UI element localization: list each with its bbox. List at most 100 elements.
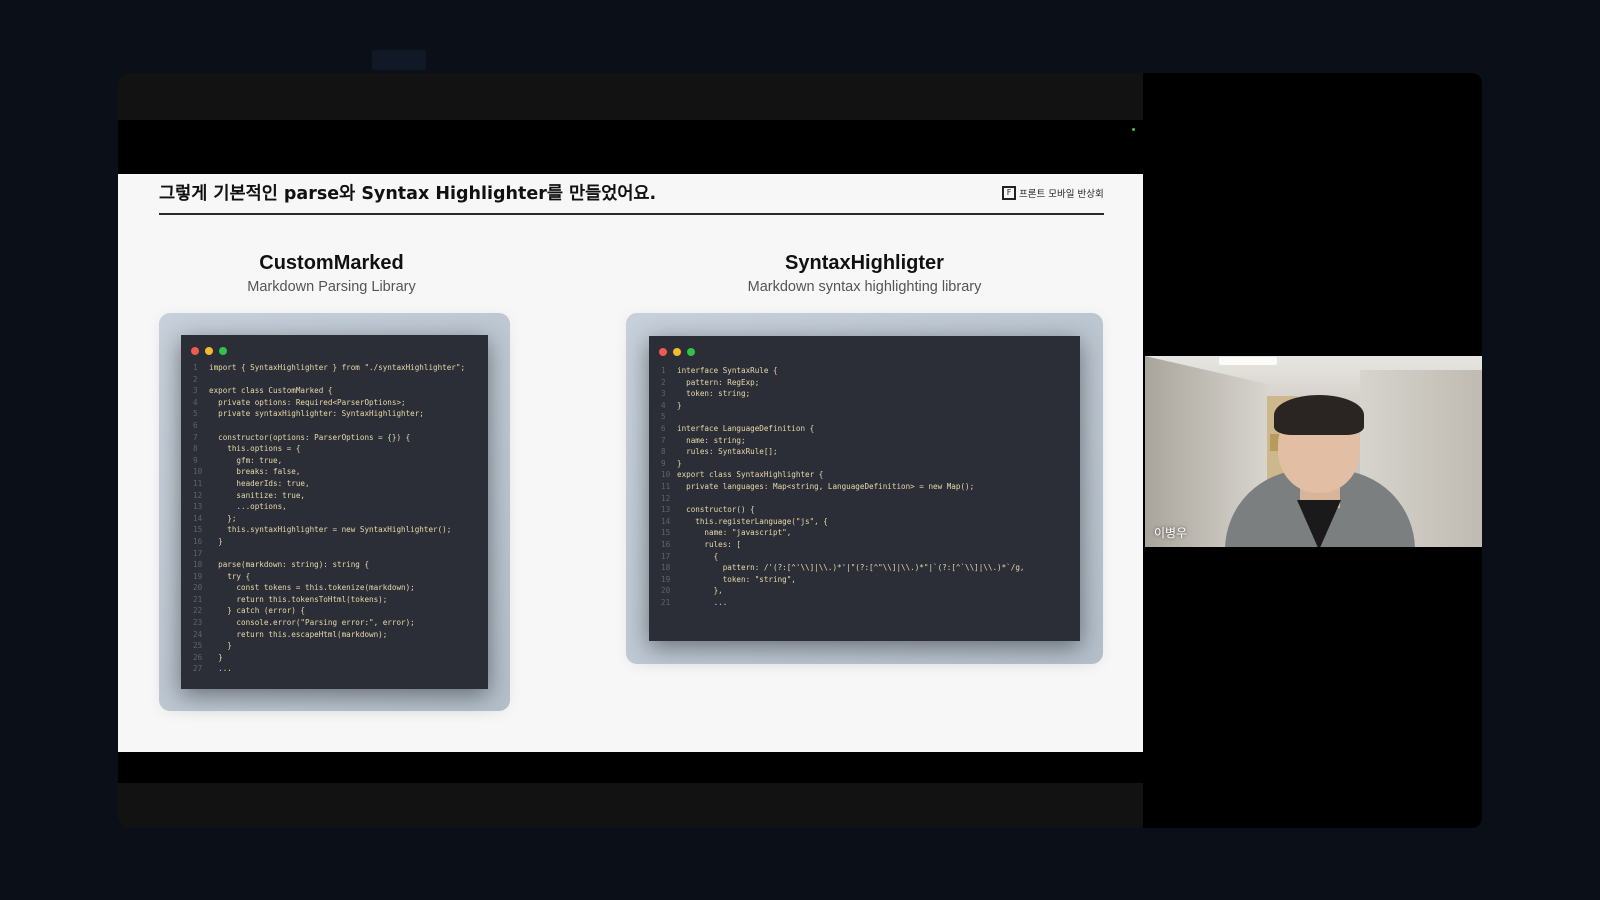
code-text: constructor(options: ParserOptions = {})… xyxy=(209,432,411,442)
code-line: 5 private syntaxHighlighter: SyntaxHighl… xyxy=(193,408,465,420)
line-number: 25 xyxy=(193,641,203,651)
code-line: 9} xyxy=(661,458,1024,470)
code-text: name: string; xyxy=(677,435,746,445)
code-text: export class CustomMarked { xyxy=(209,386,333,396)
code-text: gfm: true, xyxy=(209,455,283,465)
code-line: 14 }; xyxy=(193,513,465,525)
line-number: 16 xyxy=(193,536,203,546)
code-line: 20 }, xyxy=(661,585,1024,597)
participant-video-tile[interactable]: 이병우 xyxy=(1145,356,1482,547)
code-text: breaks: false, xyxy=(209,467,301,477)
code-text: { xyxy=(677,551,719,561)
code-text: rules: SyntaxRule[]; xyxy=(677,447,778,457)
code-line: 2 xyxy=(193,374,465,386)
line-number: 5 xyxy=(661,412,666,422)
left-code-block: 1 import { SyntaxHighlighter } from "./sy… xyxy=(193,362,465,675)
code-line: 16 } xyxy=(193,536,465,548)
code-line: 13 constructor() { xyxy=(661,504,1024,516)
code-line: 10 export class SyntaxHighlighter { xyxy=(661,469,1024,481)
code-line: 18 parse(markdown: string): string { xyxy=(193,559,465,571)
line-number: 10 xyxy=(661,470,671,480)
line-number: 9 xyxy=(193,455,198,465)
line-number: 19 xyxy=(193,571,203,581)
left-code-frame: 1 import { SyntaxHighlighter } from "./sy… xyxy=(159,313,510,711)
line-number: 3 xyxy=(193,386,198,396)
stage-bottom-bar xyxy=(118,783,1143,828)
code-text: sanitize: true, xyxy=(209,490,306,500)
slide-title: 그렇게 기본적인 parse와 Syntax Highlighter를 만들었어… xyxy=(159,184,657,204)
code-line: 17 xyxy=(193,548,465,560)
line-number: 21 xyxy=(193,594,203,604)
code-line: 6 xyxy=(193,420,465,432)
code-text: parse(markdown: string): string { xyxy=(209,560,370,570)
line-number: 1 xyxy=(193,363,198,372)
code-line: 6 interface LanguageDefinition { xyxy=(661,423,1024,435)
code-line: 7 name: string; xyxy=(661,435,1024,447)
line-number: 18 xyxy=(193,560,203,570)
code-line: 22 } catch (error) { xyxy=(193,605,465,617)
line-number: 14 xyxy=(661,516,671,526)
code-text: rules: [ xyxy=(677,539,742,549)
code-text: headerIds: true, xyxy=(209,478,310,488)
code-text: interface LanguageDefinition { xyxy=(677,423,815,433)
code-text: return this.tokensToHtml(tokens); xyxy=(209,594,388,604)
title-divider xyxy=(159,213,1104,215)
code-text: } xyxy=(209,536,223,546)
left-column-header: CustomMarked Markdown Parsing Library xyxy=(159,252,504,295)
line-number: 17 xyxy=(193,548,203,558)
code-line: 5 xyxy=(661,411,1024,423)
line-number: 11 xyxy=(193,478,203,488)
code-line: 14 this.registerLanguage("js", { xyxy=(661,516,1024,528)
code-line: 2 pattern: RegExp; xyxy=(661,377,1024,389)
line-number: 8 xyxy=(661,447,666,457)
line-number: 20 xyxy=(661,586,671,596)
code-text: ... xyxy=(677,597,728,607)
code-line: 4} xyxy=(661,400,1024,412)
line-number: 11 xyxy=(661,481,671,491)
line-number: 4 xyxy=(193,397,198,407)
code-line: 21 ... xyxy=(661,597,1024,609)
code-text: }; xyxy=(209,513,237,523)
line-number: 7 xyxy=(661,435,666,445)
code-line: 21 return this.tokensToHtml(tokens); xyxy=(193,594,465,606)
code-text: name: "javascript", xyxy=(677,528,792,538)
line-number: 15 xyxy=(661,528,671,538)
line-number: 26 xyxy=(193,652,203,662)
line-number: 8 xyxy=(193,444,198,454)
code-line: 23 console.error("Parsing error:", error… xyxy=(193,617,465,629)
maximize-light-icon xyxy=(687,348,695,356)
line-number: 4 xyxy=(661,400,666,410)
line-number: 13 xyxy=(193,502,203,512)
code-line: 26 } xyxy=(193,652,465,664)
code-text: export class SyntaxHighlighter { xyxy=(677,470,824,480)
code-text: try { xyxy=(209,571,251,581)
ceiling-light xyxy=(1219,357,1277,365)
code-line: 8 rules: SyntaxRule[]; xyxy=(661,446,1024,458)
logo-icon: F xyxy=(1002,186,1016,200)
line-number: 23 xyxy=(193,618,203,628)
code-text: }, xyxy=(677,586,723,596)
code-line: 1 interface SyntaxRule { xyxy=(661,365,1024,377)
window-controls xyxy=(191,347,227,355)
code-line: 3 export class CustomMarked { xyxy=(193,385,465,397)
minimize-light-icon xyxy=(205,347,213,355)
hair xyxy=(1274,395,1364,435)
line-number: 7 xyxy=(193,432,198,442)
logo-text: 프론트 모바일 반상회 xyxy=(1019,189,1104,200)
code-line: 11 headerIds: true, xyxy=(193,478,465,490)
code-text: private languages: Map<string, LanguageD… xyxy=(677,481,975,491)
code-line: 10 breaks: false, xyxy=(193,466,465,478)
code-text: pattern: /'(?:[^'\\]|\\.)*'|"(?:[^"\\]|\… xyxy=(677,563,1025,573)
code-line: 25 } xyxy=(193,640,465,652)
line-number: 24 xyxy=(193,629,203,639)
participant-figure xyxy=(1225,392,1415,547)
top-tab-indicator xyxy=(372,50,426,70)
event-logo: F 프론트 모바일 반상회 xyxy=(1002,186,1104,200)
window-controls xyxy=(659,348,695,356)
line-number: 14 xyxy=(193,513,203,523)
code-line: 12 sanitize: true, xyxy=(193,490,465,502)
code-line: 3 token: string; xyxy=(661,388,1024,400)
left-column-subheading: Markdown Parsing Library xyxy=(247,279,416,295)
code-text: } catch (error) { xyxy=(209,606,306,616)
right-column-heading: SyntaxHighligter xyxy=(785,252,944,274)
